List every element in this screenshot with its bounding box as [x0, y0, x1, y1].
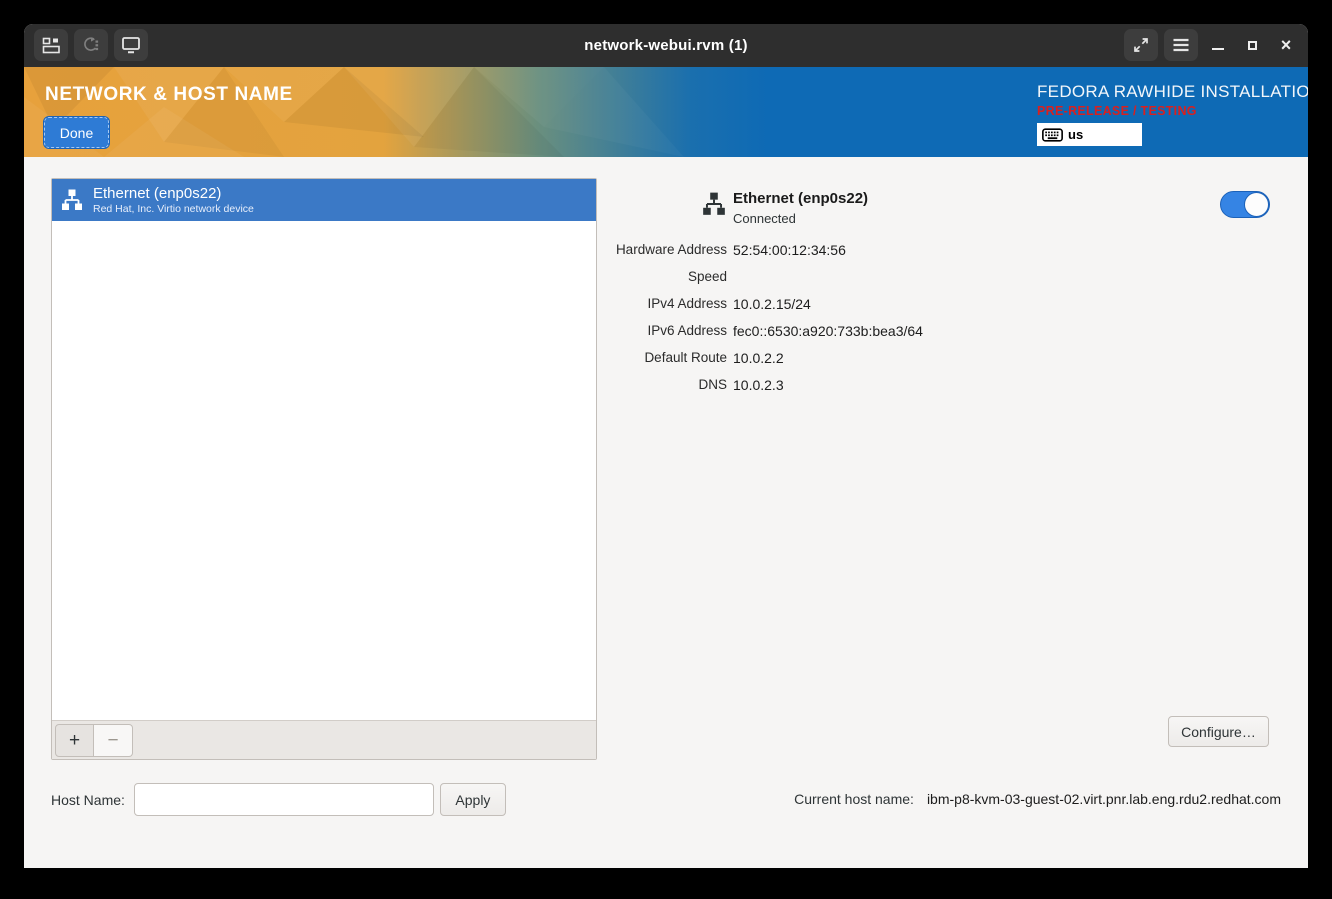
maximize-icon[interactable]	[1238, 29, 1266, 61]
device-subtitle: Red Hat, Inc. Virtio network device	[93, 202, 254, 215]
keyboard-layout-indicator[interactable]: us	[1037, 123, 1142, 146]
anaconda-header: NETWORK & HOST NAME Done FEDORA RAWHIDE …	[24, 67, 1308, 157]
menu-icon[interactable]	[1164, 29, 1198, 61]
usb-redirect-icon[interactable]	[74, 29, 108, 61]
device-properties: Hardware Address 52:54:00:12:34:56 Speed…	[616, 236, 1281, 398]
property-row: Default Route 10.0.2.2	[620, 344, 1281, 371]
window-title: network-webui.rvm (1)	[584, 37, 748, 54]
hostname-section: Host Name: Apply	[51, 783, 506, 816]
device-details-titles: Ethernet (enp0s22) Connected	[733, 190, 868, 226]
header-polygon-texture	[24, 67, 604, 157]
vm-list-icon[interactable]	[34, 29, 68, 61]
titlebar-right-actions: ×	[1124, 29, 1300, 61]
device-details-title: Ethernet (enp0s22)	[733, 190, 869, 207]
current-hostname-value: ibm-p8-kvm-03-guest-02.virt.pnr.lab.eng.…	[926, 791, 1281, 807]
property-value: fec0::6530:a920:733b:bea3/64	[733, 322, 923, 339]
property-value: 52:54:00:12:34:56	[733, 241, 846, 258]
prerelease-warning: PRE-RELEASE / TESTING	[1037, 104, 1197, 118]
add-device-button[interactable]: +	[55, 724, 94, 757]
current-hostname-label: Current host name:	[794, 791, 914, 807]
header-branding: FEDORA RAWHIDE INSTALLATION PRE-RELEASE …	[1037, 82, 1308, 146]
display-icon[interactable]	[114, 29, 148, 61]
property-row: IPv4 Address 10.0.2.15/24	[620, 290, 1281, 317]
current-hostname-section: Current host name: ibm-p8-kvm-03-guest-0…	[794, 785, 1281, 813]
keyboard-icon	[1042, 127, 1063, 142]
remove-device-button[interactable]: −	[94, 724, 133, 757]
network-icon	[62, 189, 82, 210]
device-enable-toggle[interactable]	[1220, 191, 1270, 218]
device-list-item[interactable]: Ethernet (enp0s22) Red Hat, Inc. Virtio …	[52, 179, 596, 221]
property-row: Hardware Address 52:54:00:12:34:56	[616, 236, 1281, 263]
property-label: Hardware Address	[615, 242, 727, 257]
property-value: 10.0.2.3	[733, 376, 784, 393]
property-label: IPv4 Address	[647, 296, 727, 311]
property-label: DNS	[698, 377, 727, 392]
hostname-label: Host Name:	[51, 791, 125, 808]
product-name: FEDORA RAWHIDE INSTALLATION	[1037, 82, 1308, 101]
configure-button[interactable]: Configure…	[1168, 716, 1269, 747]
property-row: Speed	[620, 263, 1281, 290]
network-icon	[703, 192, 725, 215]
property-label: IPv6 Address	[647, 323, 727, 338]
property-row: IPv6 Address fec0::6530:a920:733b:bea3/6…	[620, 317, 1281, 344]
device-list-toolbar: + −	[52, 720, 596, 759]
network-device-list: Ethernet (enp0s22) Red Hat, Inc. Virtio …	[51, 178, 597, 760]
device-details-panel: Ethernet (enp0s22) Connected Hardware Ad…	[616, 184, 1281, 844]
connection-status: Connected	[733, 211, 796, 226]
property-value: 10.0.2.15/24	[733, 295, 811, 312]
screen: network-webui.rvm (1) × NETWORK & HOST N…	[0, 0, 1332, 899]
device-list-item-text: Ethernet (enp0s22) Red Hat, Inc. Virtio …	[93, 185, 254, 214]
property-row: DNS 10.0.2.3	[620, 371, 1281, 398]
apply-button[interactable]: Apply	[439, 783, 506, 816]
keyboard-layout-code: us	[1068, 127, 1084, 142]
property-label: Speed	[687, 269, 727, 284]
toggle-knob	[1244, 192, 1269, 217]
close-icon[interactable]: ×	[1272, 29, 1300, 61]
vm-viewer-window: network-webui.rvm (1) × NETWORK & HOST N…	[24, 24, 1308, 868]
property-label: Default Route	[644, 350, 727, 365]
hostname-input[interactable]	[133, 783, 434, 816]
done-button[interactable]: Done	[44, 117, 109, 148]
device-title: Ethernet (enp0s22)	[93, 185, 222, 203]
fullscreen-icon[interactable]	[1124, 29, 1158, 61]
property-value: 10.0.2.2	[733, 349, 784, 366]
device-list-buttons: + −	[55, 724, 133, 757]
titlebar-left-actions	[34, 29, 148, 61]
titlebar: network-webui.rvm (1) ×	[24, 24, 1308, 67]
page-title: NETWORK & HOST NAME	[45, 84, 293, 105]
minimize-icon[interactable]	[1204, 29, 1232, 61]
